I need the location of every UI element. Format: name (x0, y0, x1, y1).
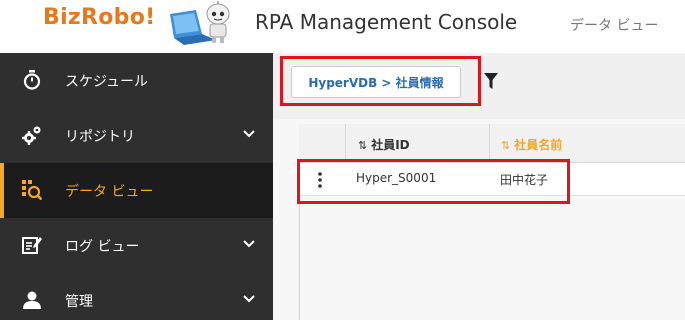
sidebar-item-log-view[interactable]: ログ ビュー (0, 218, 273, 273)
filter-icon[interactable] (484, 73, 498, 90)
user-icon (23, 291, 41, 309)
log-edit-icon (22, 237, 42, 254)
column-header-employee-name[interactable]: ⇅ 社員名前 (501, 136, 562, 153)
chevron-down-icon (243, 295, 255, 303)
column-header-label: 社員名前 (514, 138, 563, 152)
sidebar-item-label: リポジトリ (65, 129, 135, 145)
sidebar-item-label: スケジュール (65, 74, 149, 90)
highlight-box-row (297, 159, 570, 204)
column-header-employee-id[interactable]: ⇅ 社員ID (358, 136, 410, 153)
current-view-label: データ ビュー (570, 18, 659, 34)
robot-logo-icon (170, 1, 230, 45)
column-divider (489, 124, 490, 162)
column-header-label: 社員ID (371, 138, 410, 152)
stopwatch-icon (23, 70, 41, 90)
sidebar-nav: スケジュール リポジトリ データ ビュー ログ ビュー 管理 (0, 53, 273, 320)
app-header: BizRobo! RPA Management Console データ ビュー (0, 0, 685, 46)
sidebar-item-label: データ ビュー (65, 184, 154, 200)
grid-header (299, 124, 685, 163)
sort-icon: ⇅ (358, 139, 368, 152)
highlight-box-breadcrumb (280, 56, 481, 106)
sidebar-item-data-view[interactable]: データ ビュー (0, 163, 273, 218)
sort-icon: ⇅ (501, 139, 511, 152)
sidebar-item-repository[interactable]: リポジトリ (0, 108, 273, 163)
sidebar-item-label: ログ ビュー (65, 239, 140, 255)
app-title: RPA Management Console (255, 10, 518, 34)
gears-icon (22, 126, 41, 145)
sidebar-item-schedule[interactable]: スケジュール (0, 53, 273, 108)
data-view-icon (22, 180, 42, 200)
column-divider (345, 124, 346, 162)
chevron-down-icon (243, 130, 255, 138)
chevron-down-icon (243, 240, 255, 248)
sidebar-item-label: 管理 (65, 294, 93, 310)
logo-text: BizRobo! (43, 5, 156, 30)
